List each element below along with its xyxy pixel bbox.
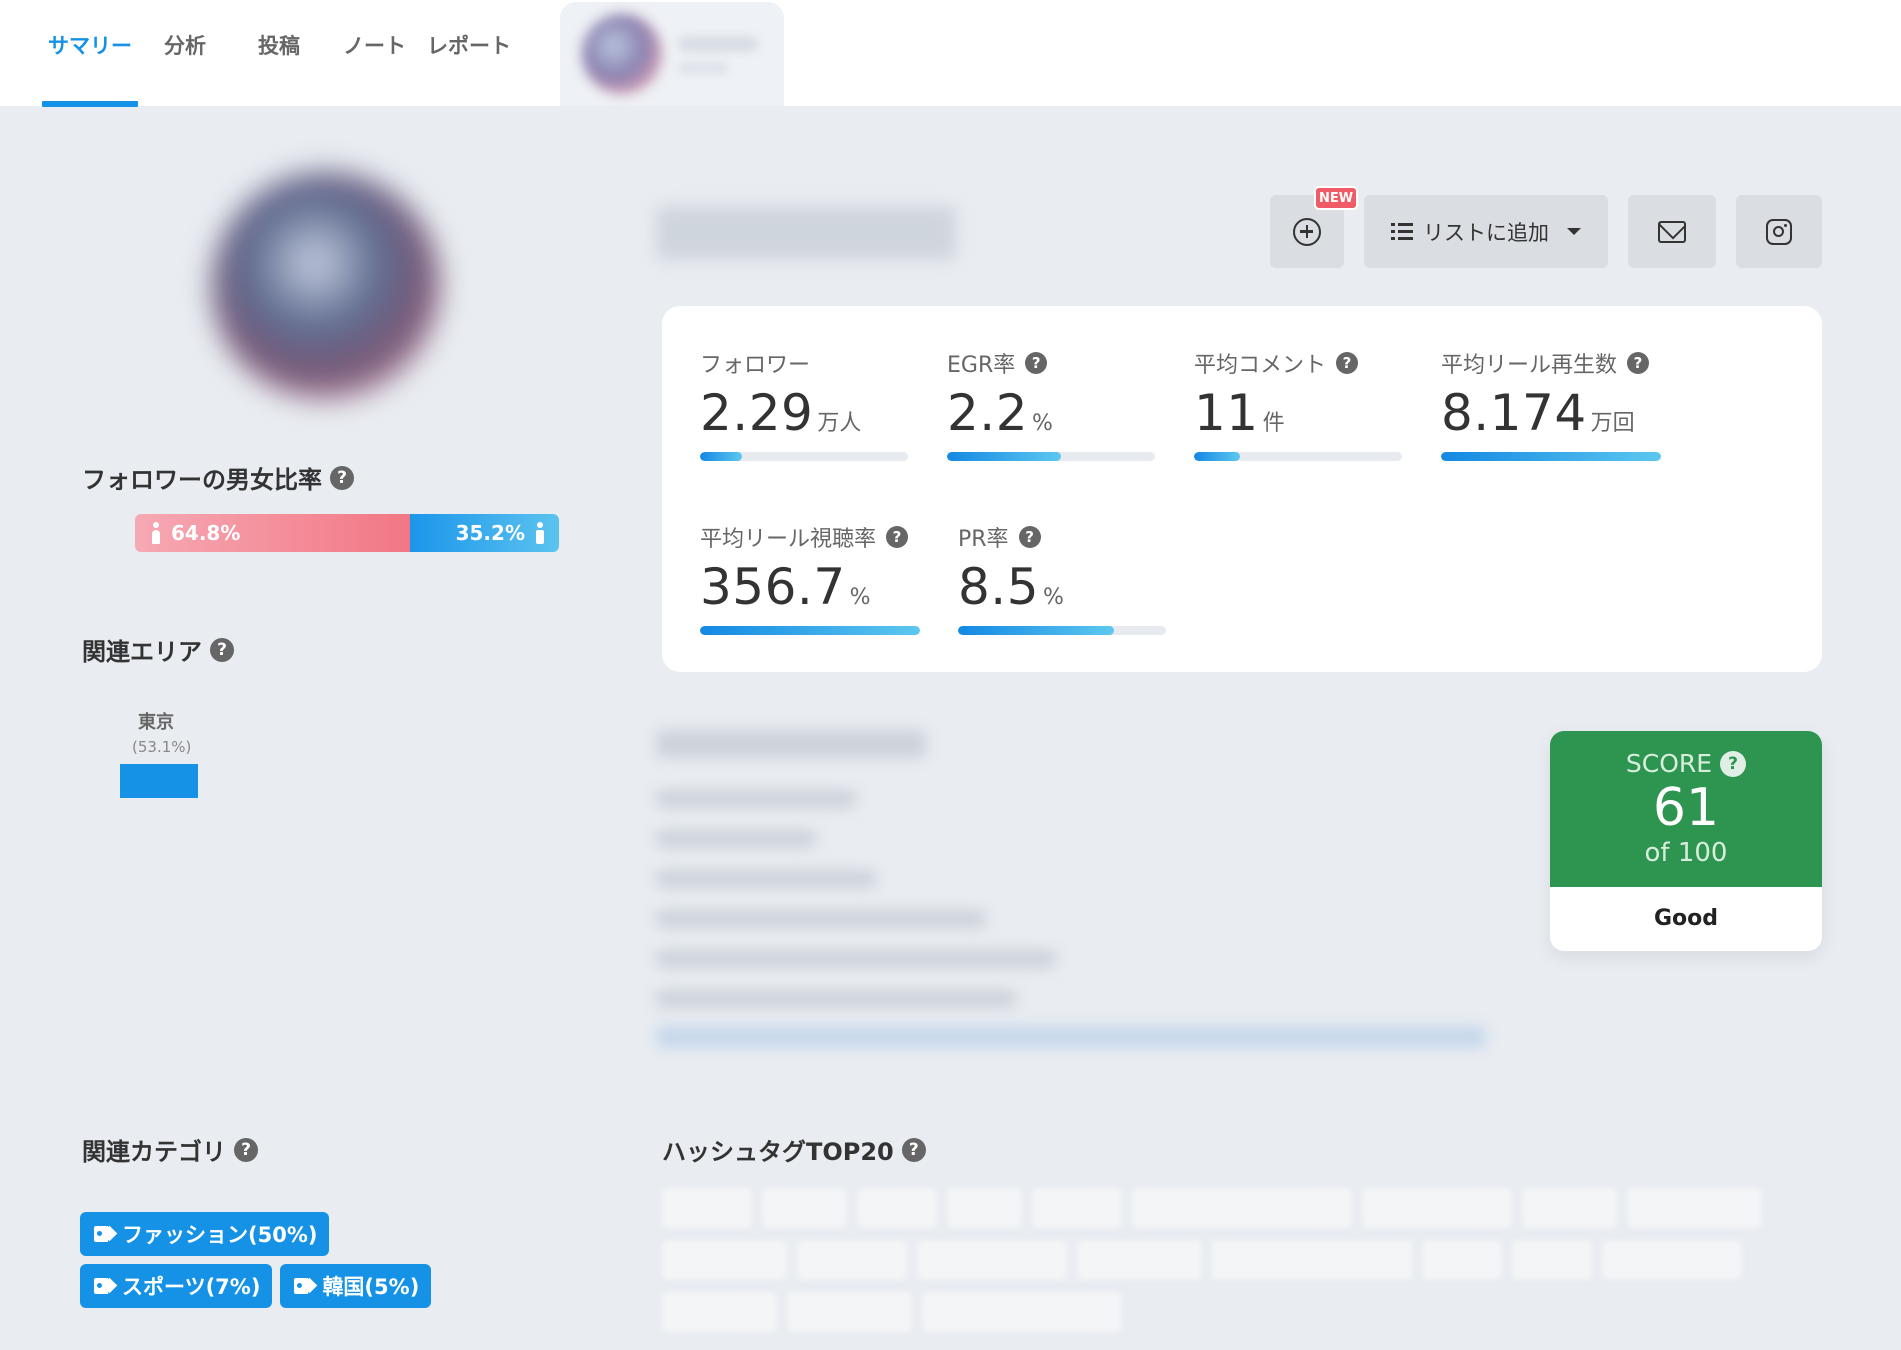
stat-label: EGR率?	[947, 348, 1155, 378]
category-tag-label: 韓国(5%)	[322, 1275, 420, 1299]
tab-analysis[interactable]: 分析	[164, 30, 206, 70]
stats-card: フォロワー 2.29 万人 EGR率? 2.2% 平均コメント? 11 件 平均リー…	[662, 306, 1822, 672]
stat-label: フォロワー	[700, 353, 811, 378]
stat-progress	[958, 626, 1166, 635]
score-max: of 100	[1644, 838, 1728, 868]
stat-value: 8.5%	[958, 558, 1064, 616]
account-sub-redacted	[678, 62, 728, 74]
instagram-button[interactable]	[1736, 195, 1822, 268]
male-pct: 35.2%	[455, 521, 525, 545]
tag-icon	[294, 1278, 314, 1294]
top-navigation: サマリー 分析 投稿 ノート レポート	[0, 0, 1901, 107]
add-to-list-label: リストに追加	[1423, 220, 1549, 245]
area-name: 東京	[138, 712, 174, 733]
new-badge: NEW	[1314, 186, 1358, 210]
account-handle-redacted	[656, 206, 956, 260]
category-tag[interactable]: ファッション(50%)	[80, 1212, 330, 1256]
score-card: SCORE ? 61 of 100 Good	[1550, 731, 1822, 951]
help-icon[interactable]: ?	[330, 465, 354, 490]
category-tag[interactable]: スポーツ(7%)	[80, 1264, 273, 1308]
tab-summary[interactable]: サマリー	[48, 30, 132, 70]
profile-bio-redacted	[656, 720, 1496, 1060]
score-header: SCORE ? 61 of 100	[1550, 731, 1822, 887]
tag-icon	[94, 1278, 114, 1294]
female-segment: 64.8%	[135, 514, 410, 552]
score-label: SCORE ?	[1550, 731, 1822, 778]
help-icon[interactable]: ?	[1018, 526, 1041, 548]
tab-report[interactable]: レポート	[427, 30, 511, 70]
male-icon	[535, 522, 545, 544]
help-icon[interactable]: ?	[1025, 352, 1048, 374]
gender-ratio-title: フォロワーの男女比率 ?	[82, 460, 354, 495]
active-tab-indicator	[42, 101, 138, 107]
stat-value: 8.174 万回	[1441, 384, 1635, 442]
help-icon[interactable]: ?	[1720, 750, 1747, 777]
stat-label: PR率?	[958, 522, 1166, 552]
stat-label: 平均コメント?	[1194, 348, 1402, 378]
category-tag-label: ファッション(50%)	[122, 1223, 318, 1247]
hashtag-top20-title: ハッシュタグTOP20 ?	[662, 1132, 926, 1167]
account-avatar	[582, 14, 662, 94]
stat-value: 356.7%	[700, 558, 871, 616]
hashtag-list-redacted	[662, 1188, 1802, 1338]
stat-avg-reel-watch-rate: 平均リール視聴率? 356.7%	[700, 522, 920, 635]
stat-progress	[700, 452, 908, 461]
help-icon[interactable]: ?	[210, 637, 234, 662]
stat-avg-reel-views: 平均リール再生数? 8.174 万回	[1441, 348, 1661, 461]
caret-down-icon	[1567, 228, 1581, 235]
help-icon[interactable]: ?	[234, 1137, 258, 1162]
stat-progress	[947, 452, 1155, 461]
stat-progress	[1441, 452, 1661, 461]
hashtag-top20-title-text: ハッシュタグTOP20	[662, 1138, 894, 1166]
score-value: 61	[1652, 778, 1720, 838]
tag-icon	[94, 1226, 114, 1242]
tab-notes[interactable]: ノート	[343, 30, 406, 70]
instagram-icon	[1766, 218, 1792, 245]
stat-label: 平均リール再生数?	[1441, 348, 1661, 378]
account-name-redacted	[678, 36, 758, 52]
stat-value: 2.2%	[947, 384, 1053, 442]
tab-posts[interactable]: 投稿	[258, 30, 300, 70]
profile-avatar	[212, 172, 440, 400]
area-pct: (53.1%)	[132, 738, 192, 756]
stat-label: 平均リール視聴率?	[700, 522, 920, 552]
message-button[interactable]	[1628, 195, 1716, 268]
stat-followers: フォロワー 2.29 万人	[700, 348, 908, 461]
mail-icon	[1658, 220, 1686, 243]
add-circle-icon	[1293, 217, 1321, 246]
category-tags: ファッション(50%) スポーツ(7%) 韓国(5%)	[80, 1212, 510, 1308]
stat-progress	[1194, 452, 1402, 461]
help-icon[interactable]: ?	[901, 1137, 926, 1162]
related-area-title: 関連エリア ?	[82, 632, 234, 667]
male-segment: 35.2%	[409, 514, 559, 552]
gender-ratio-bar: 64.8% 35.2%	[135, 514, 559, 552]
list-icon	[1391, 222, 1413, 241]
stat-value: 11 件	[1194, 384, 1285, 442]
stat-value: 2.29 万人	[700, 384, 862, 442]
stat-progress	[700, 626, 920, 635]
help-icon[interactable]: ?	[1336, 352, 1359, 374]
related-area-title-text: 関連エリア	[82, 638, 202, 666]
stat-pr-rate: PR率? 8.5%	[958, 522, 1166, 635]
category-tag[interactable]: 韓国(5%)	[280, 1264, 432, 1308]
stat-egr: EGR率? 2.2%	[947, 348, 1155, 461]
gender-ratio-title-text: フォロワーの男女比率	[82, 466, 322, 494]
female-icon	[151, 522, 161, 544]
help-icon[interactable]: ?	[886, 526, 909, 548]
female-pct: 64.8%	[171, 521, 241, 545]
add-to-list-button[interactable]: リストに追加	[1364, 195, 1608, 268]
category-tag-label: スポーツ(7%)	[122, 1275, 261, 1299]
related-category-title-text: 関連カテゴリ	[82, 1138, 226, 1166]
account-tab[interactable]	[560, 2, 784, 106]
help-icon[interactable]: ?	[1627, 352, 1650, 374]
stat-avg-comments: 平均コメント? 11 件	[1194, 348, 1402, 461]
score-rating: Good	[1653, 906, 1719, 931]
related-category-title: 関連カテゴリ ?	[82, 1132, 258, 1167]
area-bar	[120, 764, 198, 798]
